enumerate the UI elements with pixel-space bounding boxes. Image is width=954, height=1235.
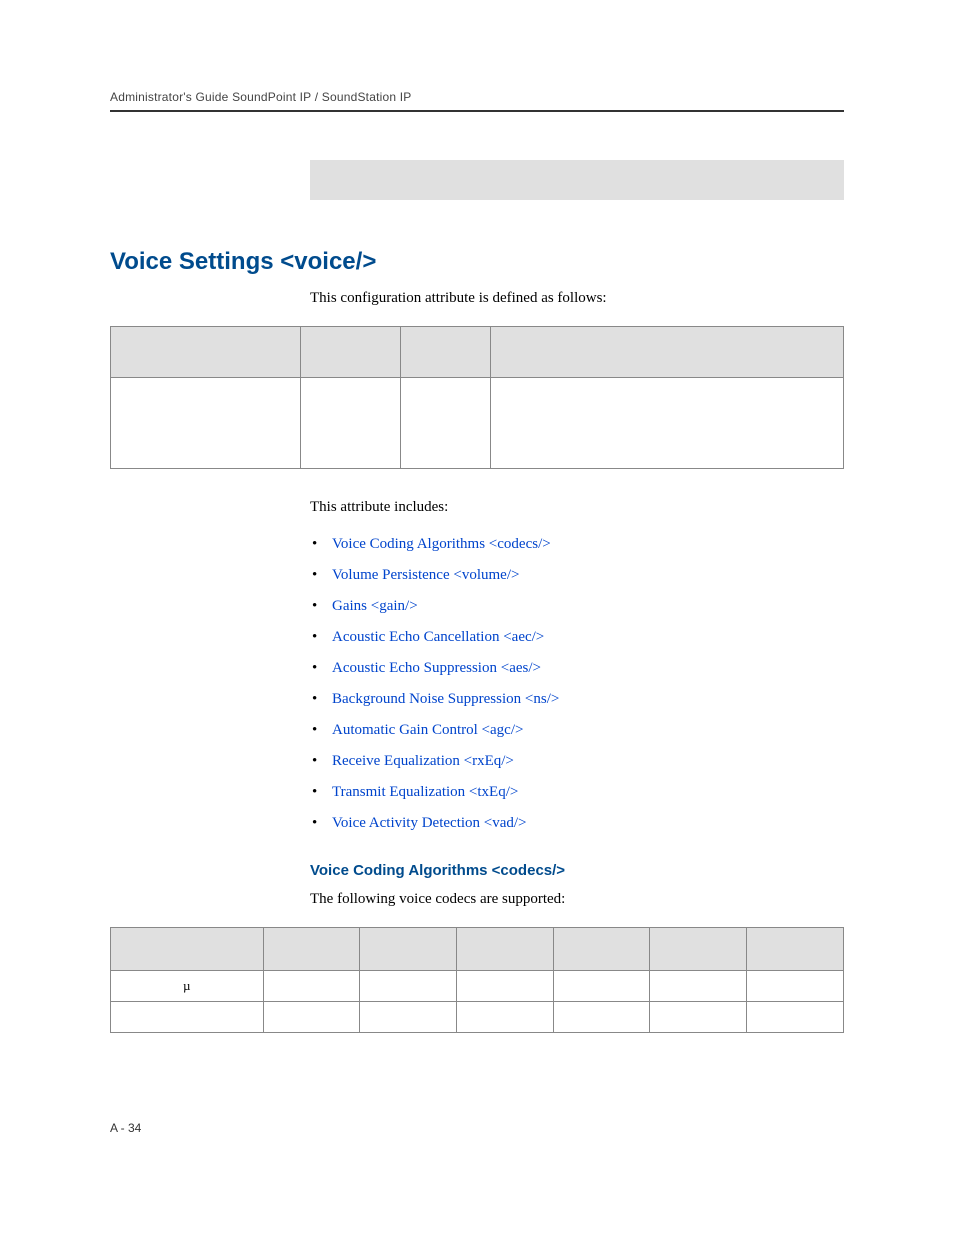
link-volume[interactable]: Volume Persistence <volume/> — [332, 567, 519, 583]
subsection-title: Voice Coding Algorithms <codecs/> — [310, 862, 844, 879]
page-number: A - 34 — [110, 1121, 141, 1135]
table-cell — [491, 378, 844, 469]
list-item: Background Noise Suppression <ns/> — [310, 691, 844, 708]
table-header-cell — [401, 327, 491, 378]
table-header-cell — [650, 927, 747, 970]
link-rxeq[interactable]: Receive Equalization <rxEq/> — [332, 753, 514, 769]
link-list: Voice Coding Algorithms <codecs/> Volume… — [310, 536, 844, 832]
link-aec[interactable]: Acoustic Echo Cancellation <aec/> — [332, 629, 544, 645]
running-header: Administrator's Guide SoundPoint IP / So… — [110, 90, 844, 112]
table-header-cell — [457, 927, 554, 970]
list-item: Acoustic Echo Cancellation <aec/> — [310, 629, 844, 646]
table-header-cell — [111, 927, 264, 970]
table-cell-mu: µ — [111, 970, 264, 1001]
section-title: Voice Settings <voice/> — [110, 248, 844, 276]
link-agc[interactable]: Automatic Gain Control <agc/> — [332, 722, 523, 738]
list-item: Automatic Gain Control <agc/> — [310, 722, 844, 739]
link-vad[interactable]: Voice Activity Detection <vad/> — [332, 815, 527, 831]
table-header-cell — [301, 327, 401, 378]
table-cell — [360, 970, 457, 1001]
table-cell — [457, 1001, 554, 1032]
list-item: Voice Activity Detection <vad/> — [310, 815, 844, 832]
table-header-cell — [360, 927, 457, 970]
table-header-row — [111, 927, 844, 970]
list-item: Acoustic Echo Suppression <aes/> — [310, 660, 844, 677]
table-header-cell — [111, 327, 301, 378]
table-header-cell — [747, 927, 844, 970]
codec-table: µ — [110, 927, 844, 1033]
table-cell — [263, 1001, 360, 1032]
table-row — [111, 378, 844, 469]
table-cell — [747, 1001, 844, 1032]
table-cell — [360, 1001, 457, 1032]
attribute-table — [110, 326, 844, 469]
table-cell — [650, 1001, 747, 1032]
list-item: Receive Equalization <rxEq/> — [310, 753, 844, 770]
table-row: µ — [111, 970, 844, 1001]
list-item: Volume Persistence <volume/> — [310, 567, 844, 584]
list-item: Voice Coding Algorithms <codecs/> — [310, 536, 844, 553]
intro-paragraph: This configuration attribute is defined … — [310, 288, 844, 308]
table-cell — [553, 1001, 650, 1032]
list-item: Transmit Equalization <txEq/> — [310, 784, 844, 801]
table-cell — [111, 1001, 264, 1032]
table-header-cell — [263, 927, 360, 970]
table-cell — [747, 970, 844, 1001]
subsection-intro: The following voice codecs are supported… — [310, 889, 844, 909]
table-cell — [263, 970, 360, 1001]
grey-bar — [310, 160, 844, 200]
list-item: Gains <gain/> — [310, 598, 844, 615]
after-table-paragraph: This attribute includes: — [310, 497, 844, 517]
table-cell — [401, 378, 491, 469]
link-ns[interactable]: Background Noise Suppression <ns/> — [332, 691, 559, 707]
table-header-row — [111, 327, 844, 378]
table-cell — [111, 378, 301, 469]
link-txeq[interactable]: Transmit Equalization <txEq/> — [332, 784, 518, 800]
table-cell — [553, 970, 650, 1001]
table-header-cell — [491, 327, 844, 378]
link-aes[interactable]: Acoustic Echo Suppression <aes/> — [332, 660, 541, 676]
table-row — [111, 1001, 844, 1032]
link-gain[interactable]: Gains <gain/> — [332, 598, 418, 614]
table-cell — [457, 970, 554, 1001]
table-header-cell — [553, 927, 650, 970]
table-cell — [301, 378, 401, 469]
link-codecs[interactable]: Voice Coding Algorithms <codecs/> — [332, 536, 551, 552]
table-cell — [650, 970, 747, 1001]
